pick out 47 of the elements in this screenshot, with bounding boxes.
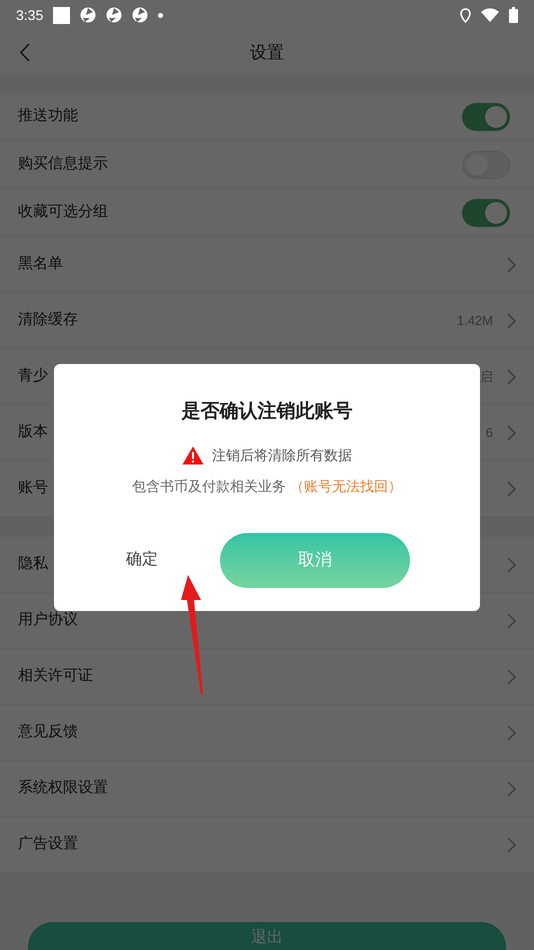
chevron-right-icon <box>507 612 516 628</box>
setting-label: 隐私 <box>18 554 48 574</box>
setting-row[interactable]: 意见反馈 <box>0 705 534 761</box>
aperture-icon <box>80 7 96 23</box>
aperture-icon <box>132 7 148 23</box>
setting-label: 收藏可选分组 <box>18 202 108 222</box>
setting-label: 用户协议 <box>18 610 78 630</box>
setting-label: 版本 <box>18 422 48 442</box>
setting-label: 推送功能 <box>18 106 78 126</box>
chevron-right-icon <box>507 312 516 328</box>
warning-icon <box>182 446 204 464</box>
chevron-right-icon <box>507 368 516 384</box>
chevron-right-icon <box>507 724 516 740</box>
notification-icon <box>53 6 70 24</box>
location-icon <box>460 8 471 22</box>
wifi-icon <box>481 8 499 22</box>
note-warning: （账号无法找回） <box>290 476 402 496</box>
setting-row[interactable]: 黑名单 <box>0 237 534 293</box>
confirm-button[interactable]: 确定 <box>94 538 190 582</box>
setting-label: 青少 <box>18 366 48 386</box>
setting-label: 账号 <box>18 478 48 498</box>
setting-row[interactable]: 系统权限设置 <box>0 761 534 817</box>
setting-label: 购买信息提示 <box>18 154 108 174</box>
setting-label: 清除缓存 <box>18 310 78 330</box>
page-title: 设置 <box>250 42 284 64</box>
status-time: 3:35 <box>16 6 44 24</box>
aperture-icon <box>106 7 122 23</box>
chevron-right-icon <box>507 480 516 496</box>
warning-text: 注销后将清除所有数据 <box>212 446 352 464</box>
note-text: 包含书币及付款相关业务 <box>132 476 286 496</box>
setting-label: 广告设置 <box>18 834 78 854</box>
chevron-right-icon <box>507 556 516 572</box>
toggle-switch[interactable] <box>462 198 510 226</box>
battery-icon <box>509 7 518 23</box>
chevron-right-icon <box>507 780 516 796</box>
setting-label: 相关许可证 <box>18 666 93 686</box>
setting-label: 系统权限设置 <box>18 778 108 798</box>
dialog-title: 是否确认注销此账号 <box>182 400 352 424</box>
back-icon[interactable] <box>19 43 30 62</box>
cancel-button[interactable]: 取消 <box>220 532 410 588</box>
setting-label: 黑名单 <box>18 254 63 274</box>
chevron-right-icon <box>507 256 516 272</box>
chevron-right-icon <box>507 668 516 684</box>
toggle-switch[interactable] <box>462 102 510 130</box>
setting-label: 意见反馈 <box>18 722 78 742</box>
chevron-right-icon <box>507 836 516 852</box>
chevron-right-icon <box>507 424 516 440</box>
